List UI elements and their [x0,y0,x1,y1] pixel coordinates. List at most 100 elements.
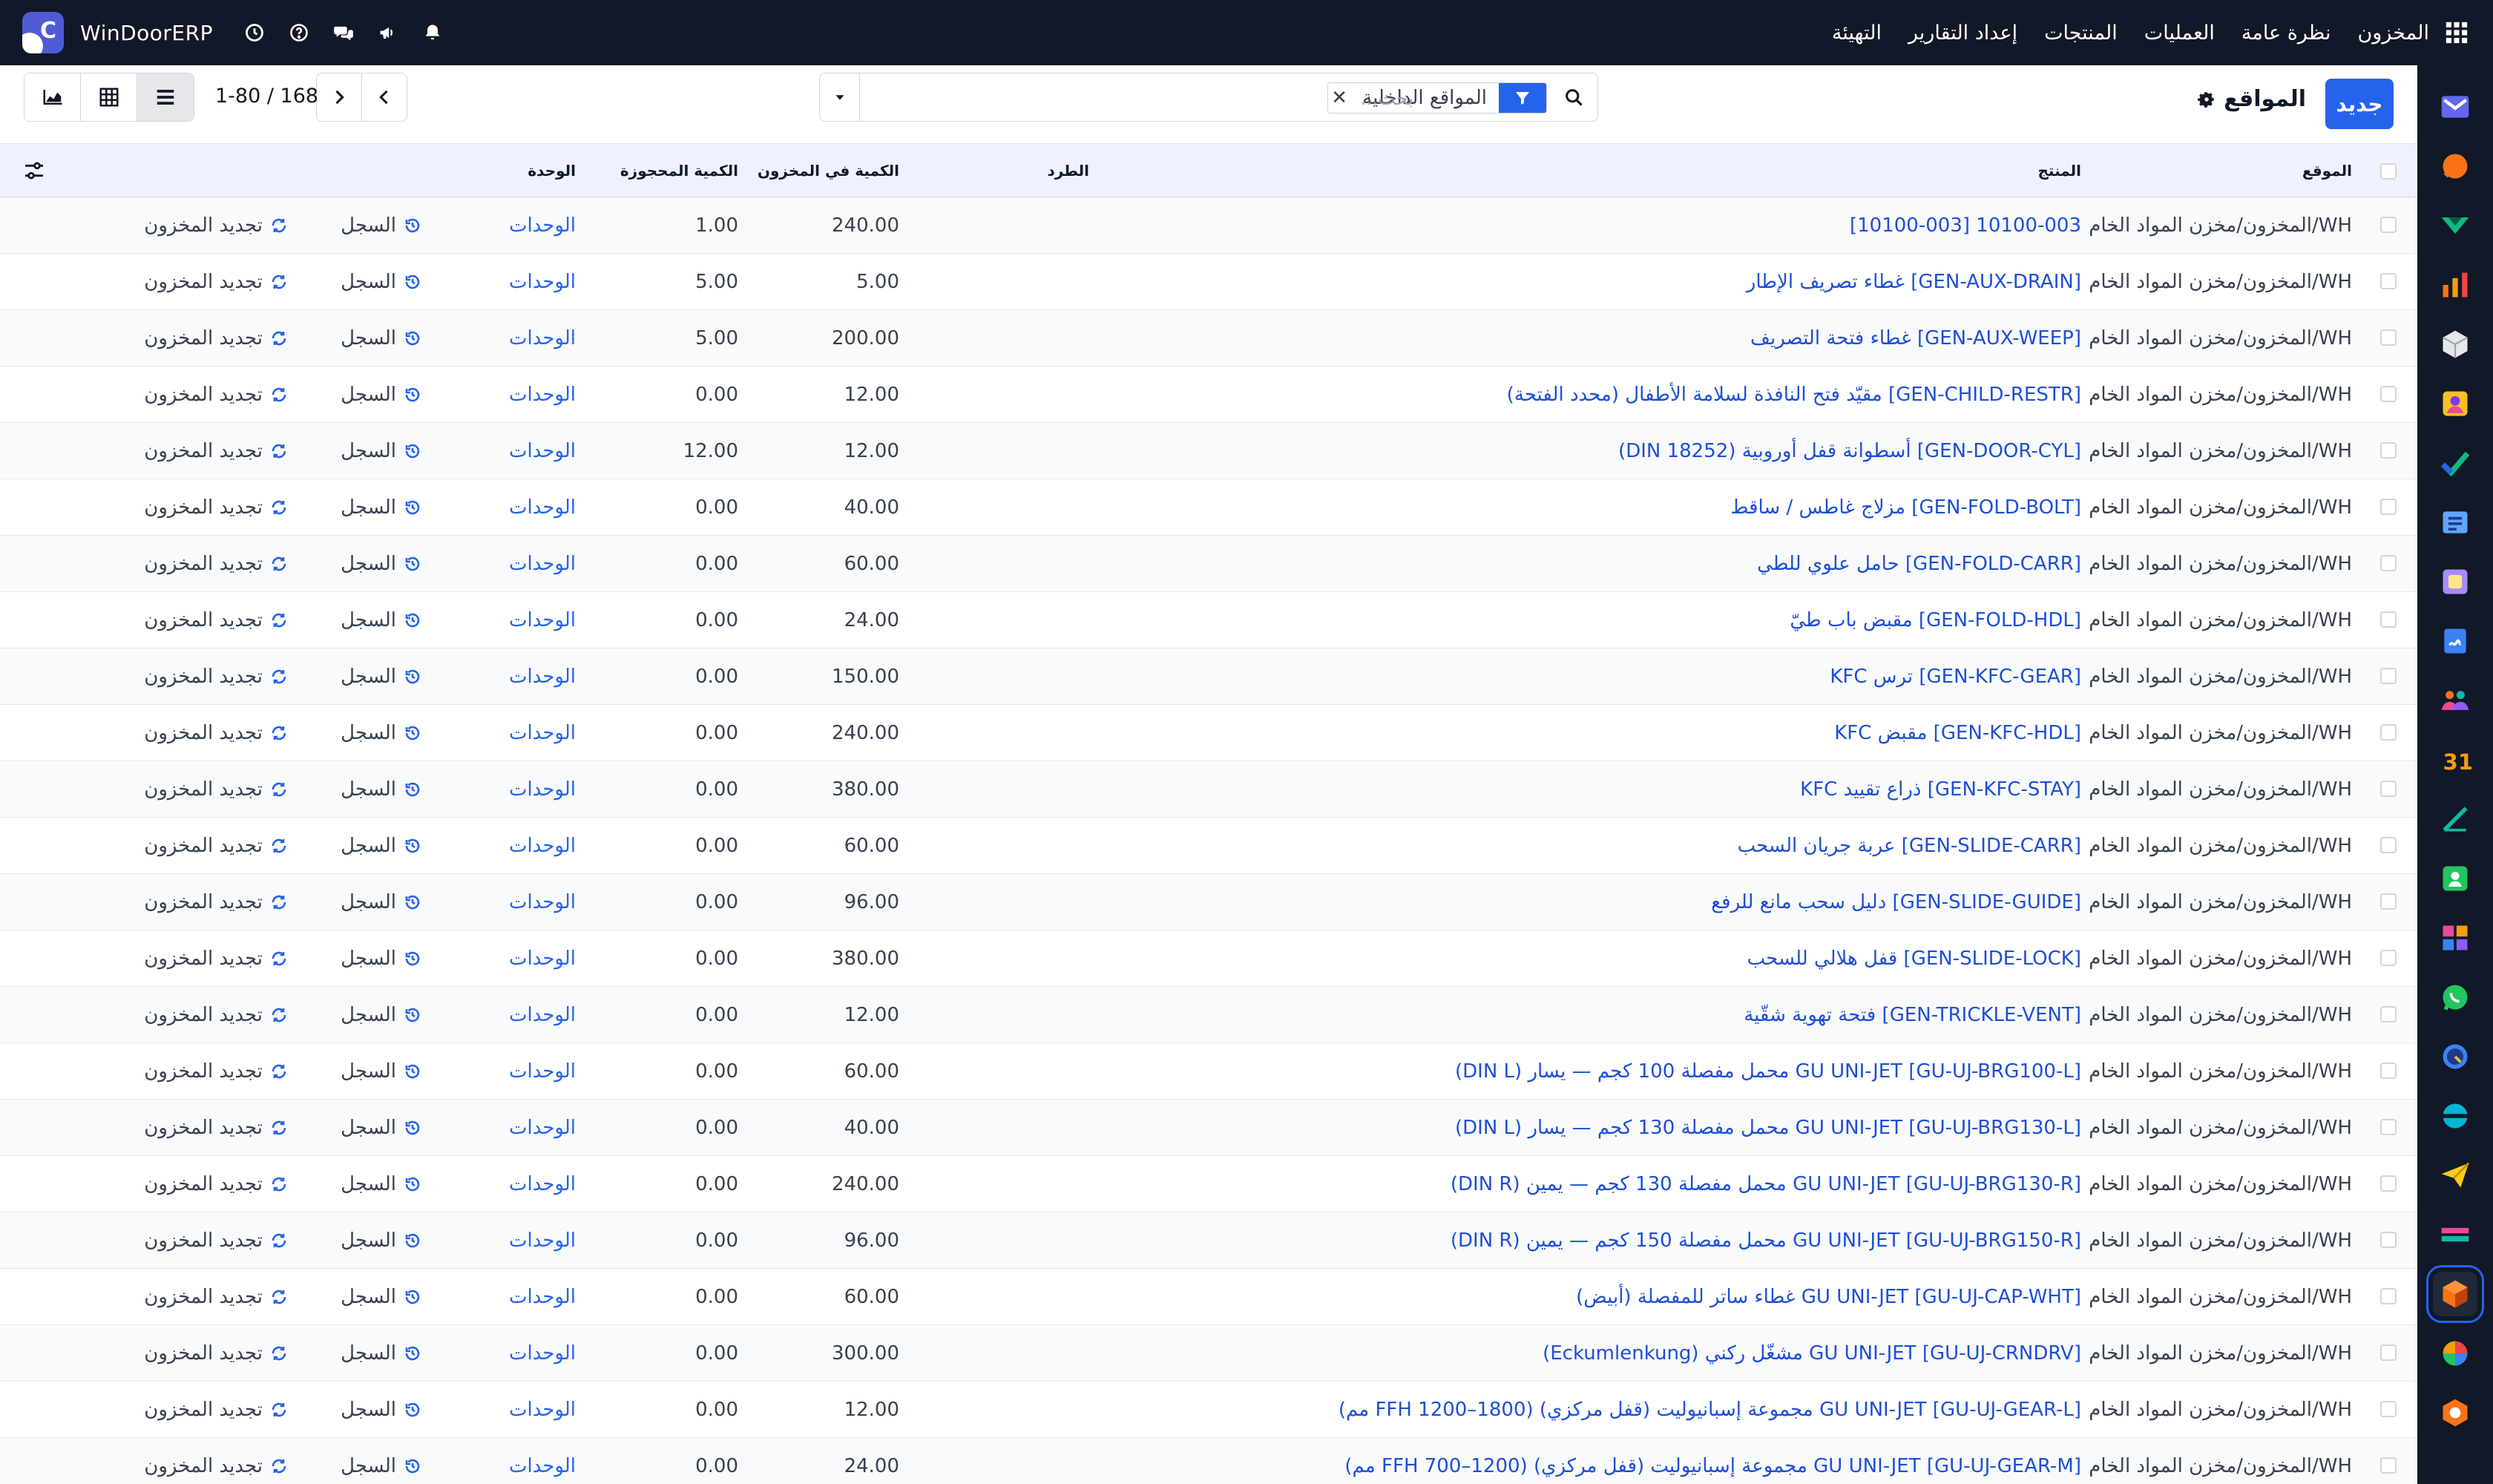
history-button[interactable]: السجل [341,1212,421,1269]
cell-product-link[interactable]: [GEN-SLIDE-LOCK] قفل هلالي للسحب [1747,930,2081,987]
cell-product-link[interactable]: [GEN-AUX-DRAIN] غطاء تصريف الإطار [1747,254,2081,310]
cell-on-hand[interactable]: 200.00 [832,310,899,367]
row-checkbox[interactable] [2380,724,2397,741]
cell-uom-link[interactable]: الوحدات [509,874,576,930]
spreadsheet-app-icon[interactable] [2433,1331,2477,1376]
pager-value[interactable]: 1-80 / 168 [215,85,318,108]
cell-on-hand[interactable]: 240.00 [832,197,899,254]
replenish-button[interactable]: تجديد المخزون [144,254,288,310]
row-checkbox[interactable] [2380,1457,2397,1474]
history-button[interactable]: السجل [341,987,421,1043]
cell-on-hand[interactable]: 5.00 [856,254,899,310]
replenish-button[interactable]: تجديد المخزون [144,1156,288,1212]
pager-previous-button[interactable] [361,73,407,122]
history-button[interactable]: السجل [341,1382,421,1438]
cell-product-link[interactable]: [GEN-AUX-WEEP] غطاء فتحة التصريف [1750,310,2081,367]
cell-on-hand[interactable]: 12.00 [844,423,899,479]
row-checkbox[interactable] [2380,1345,2397,1361]
history-button[interactable]: السجل [341,818,421,874]
replenish-button[interactable]: تجديد المخزون [144,197,288,254]
replenish-button[interactable]: تجديد المخزون [144,761,288,818]
cell-product-link[interactable]: [GEN-CHILD-RESTR] مقيّد فتح النافذة لسلا… [1507,367,2081,423]
replenish-button[interactable]: تجديد المخزون [144,1382,288,1438]
help-icon[interactable] [283,16,315,49]
cell-uom-link[interactable]: الوحدات [509,705,576,761]
table-row[interactable]: WH/المخزون/مخزن المواد الخام [GU-UJ-BRG10… [0,1043,2417,1100]
cell-product-link[interactable]: [GEN-DOOR-CYL] أسطوانة قفل أوروبية (DIN … [1618,423,2081,479]
cell-uom-link[interactable]: الوحدات [509,254,576,310]
replenish-button[interactable]: تجديد المخزون [144,592,288,649]
graph-view-button[interactable] [24,73,81,121]
cell-product-link[interactable]: [GEN-KFC-HDL] مقبض KFC [1834,705,2081,761]
table-row[interactable]: WH/المخزون/مخزن المواد الخام [GU-UJ-GEAR-… [0,1438,2417,1484]
replenish-button[interactable]: تجديد المخزون [144,479,288,536]
row-checkbox[interactable] [2380,1006,2397,1022]
replenish-button[interactable]: تجديد المخزون [144,930,288,987]
nav-configuration[interactable]: التهيئة [1832,22,1882,45]
row-checkbox[interactable] [2380,837,2397,853]
cell-product-link[interactable]: [GEN-FOLD-CARR] حامل علوي للطي [1757,536,2081,592]
row-checkbox[interactable] [2380,1063,2397,1079]
history-button[interactable]: السجل [341,761,421,818]
row-checkbox[interactable] [2380,1401,2397,1417]
cell-uom-link[interactable]: الوحدات [509,310,576,367]
history-button[interactable]: السجل [341,874,421,930]
search-options-toggle[interactable] [820,73,860,121]
cell-on-hand[interactable]: 60.00 [844,1043,899,1100]
row-checkbox[interactable] [2380,217,2397,233]
contacts-app-icon[interactable] [2433,381,2477,426]
table-row[interactable]: WH/المخزون/مخزن المواد الخام [GEN-FOLD-HD… [0,592,2417,649]
cell-uom-link[interactable]: الوحدات [509,930,576,987]
cell-on-hand[interactable]: 12.00 [844,987,899,1043]
cell-uom-link[interactable]: الوحدات [509,423,576,479]
row-checkbox[interactable] [2380,781,2397,797]
inventory-cube-app-icon[interactable] [2433,322,2477,367]
employees-app-icon[interactable] [2433,678,2477,723]
row-checkbox[interactable] [2380,386,2397,402]
table-row[interactable]: WH/المخزون/مخزن المواد الخام [GEN-DOOR-CY… [0,423,2417,479]
row-checkbox[interactable] [2380,329,2397,346]
replenish-button[interactable]: تجديد المخزون [144,649,288,705]
replenish-button[interactable]: تجديد المخزون [144,874,288,930]
cell-on-hand[interactable]: 40.00 [844,479,899,536]
row-checkbox[interactable] [2380,1288,2397,1304]
history-button[interactable]: السجل [341,1438,421,1484]
replenish-button[interactable]: تجديد المخزون [144,818,288,874]
history-button[interactable]: السجل [341,1269,421,1325]
cell-product-link[interactable]: [GU-UJ-BRG100-L] GU UNI-JET محمل مفصلة 1… [1455,1043,2081,1100]
apps-grid-icon[interactable] [2440,16,2474,50]
replenish-button[interactable]: تجديد المخزون [144,423,288,479]
cell-uom-link[interactable]: الوحدات [509,818,576,874]
pivot-view-button[interactable] [81,73,137,121]
table-row[interactable]: WH/المخزون/مخزن المواد الخام [GEN-FOLD-BO… [0,479,2417,536]
cell-uom-link[interactable]: الوحدات [509,761,576,818]
row-checkbox[interactable] [2380,442,2397,459]
table-row[interactable]: WH/المخزون/مخزن المواد الخام [GU-UJ-BRG15… [0,1212,2417,1269]
cell-on-hand[interactable]: 12.00 [844,367,899,423]
cell-on-hand[interactable]: 60.00 [844,818,899,874]
cell-product-link[interactable]: [GEN-SLIDE-CARR] عربة جريان السحب [1738,818,2081,874]
cell-uom-link[interactable]: الوحدات [509,1212,576,1269]
new-button[interactable]: جديد [2325,79,2394,129]
row-checkbox[interactable] [2380,1232,2397,1248]
column-header-package[interactable]: الطرد [1047,144,1089,197]
cell-product-link[interactable]: [GEN-TRICKLE-VENT] فتحة تهوية شقّية [1744,987,2081,1043]
cell-product-link[interactable]: [GU-UJ-CRNDRV] GU UNI-JET مشغّل ركني (Ec… [1543,1325,2081,1382]
history-button[interactable]: السجل [341,1100,421,1156]
column-header-uom[interactable]: الوحدة [528,144,576,197]
table-row[interactable]: WH/المخزون/مخزن المواد الخام [GEN-KFC-GEA… [0,649,2417,705]
cell-uom-link[interactable]: الوحدات [509,367,576,423]
notes-app-icon[interactable] [2433,797,2477,841]
row-checkbox[interactable] [2380,1175,2397,1192]
cell-uom-link[interactable]: الوحدات [509,1156,576,1212]
row-checkbox[interactable] [2380,893,2397,910]
dashboard-app-icon[interactable] [2433,263,2477,307]
email-marketing-app-icon[interactable] [2433,1153,2477,1198]
replenish-button[interactable]: تجديد المخزون [144,1438,288,1484]
cell-product-link[interactable]: [GU-UJ-CAP-WHT] GU UNI-JET غطاء ساتر للم… [1576,1269,2081,1325]
row-checkbox[interactable] [2380,499,2397,515]
replenish-button[interactable]: تجديد المخزون [144,1269,288,1325]
gear-icon[interactable] [2197,90,2216,109]
megaphone-icon[interactable] [372,16,404,49]
cell-product-link[interactable]: 10100-003 [10100-003] [1850,197,2081,254]
